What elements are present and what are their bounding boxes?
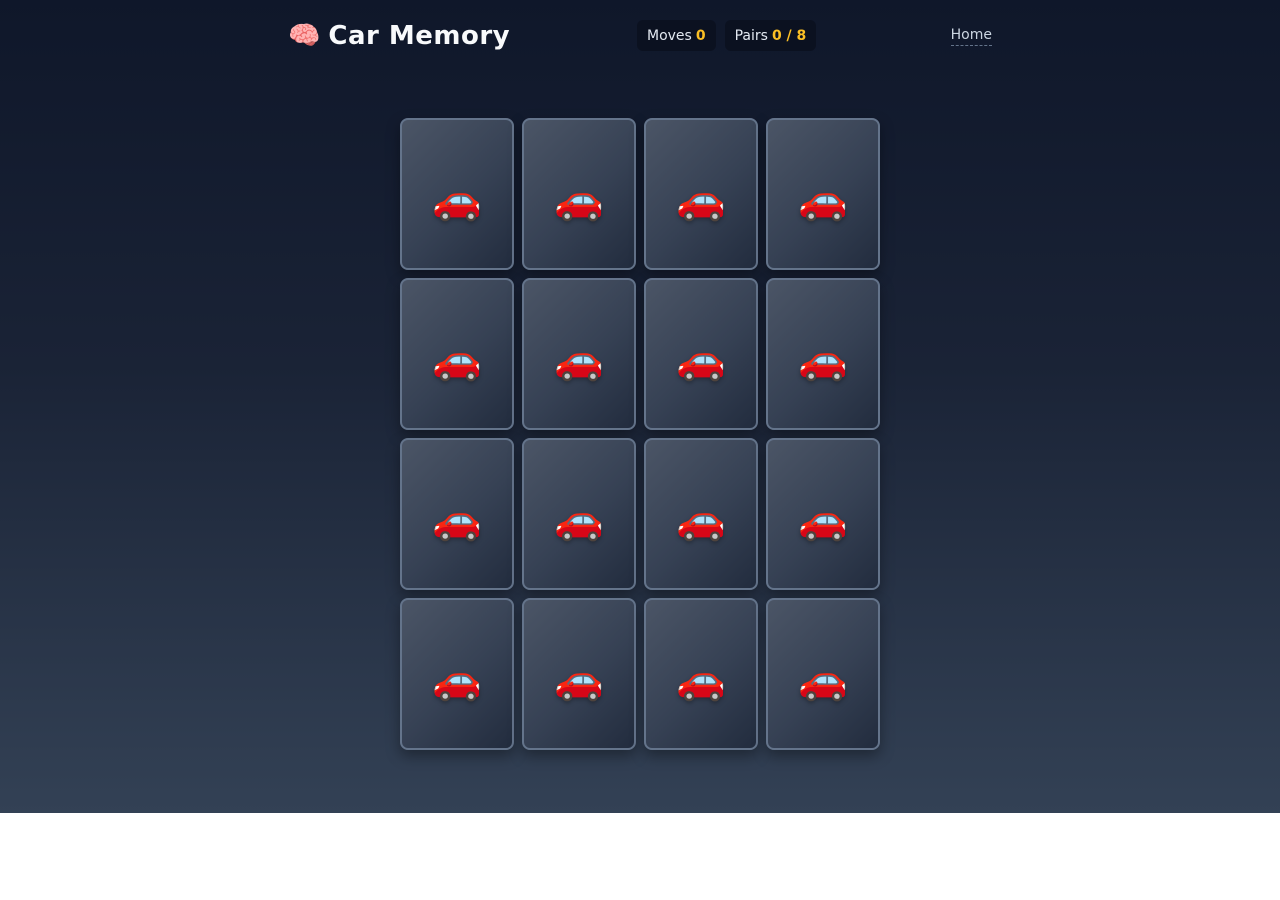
car-icon: 🚗 xyxy=(676,177,726,223)
moves-value: 0 xyxy=(695,27,706,44)
brand: 🧠 Car Memory xyxy=(288,18,510,54)
header: 🧠 Car Memory Moves 0 Pairs 0 / 8 Home xyxy=(288,18,992,54)
moves-label: Moves xyxy=(647,27,692,44)
pairs-label: Pairs xyxy=(734,27,768,44)
car-icon: 🚗 xyxy=(798,657,848,703)
car-icon: 🚗 xyxy=(554,337,604,383)
memory-card[interactable]: 🚗 xyxy=(522,438,636,590)
page-title: Car Memory xyxy=(328,21,511,51)
car-icon: 🚗 xyxy=(554,177,604,223)
memory-card[interactable]: 🚗 xyxy=(644,118,758,270)
memory-card[interactable]: 🚗 xyxy=(766,278,880,430)
car-icon: 🚗 xyxy=(798,337,848,383)
car-icon: 🚗 xyxy=(432,657,482,703)
memory-card[interactable]: 🚗 xyxy=(400,438,514,590)
car-icon: 🚗 xyxy=(554,657,604,703)
moves-counter: Moves 0 xyxy=(637,20,716,51)
memory-card[interactable]: 🚗 xyxy=(644,438,758,590)
home-link[interactable]: Home xyxy=(950,25,992,46)
memory-card[interactable]: 🚗 xyxy=(400,118,514,270)
car-icon: 🚗 xyxy=(676,657,726,703)
car-icon: 🚗 xyxy=(676,497,726,543)
stats-bar: Moves 0 Pairs 0 / 8 xyxy=(637,20,817,51)
car-icon: 🚗 xyxy=(798,177,848,223)
car-icon: 🚗 xyxy=(676,337,726,383)
car-icon: 🚗 xyxy=(432,497,482,543)
brain-icon: 🧠 xyxy=(288,21,321,51)
memory-card[interactable]: 🚗 xyxy=(400,598,514,750)
car-icon: 🚗 xyxy=(798,497,848,543)
car-icon: 🚗 xyxy=(432,177,482,223)
memory-card[interactable]: 🚗 xyxy=(522,118,636,270)
pairs-value: 0 / 8 xyxy=(771,27,807,44)
memory-card[interactable]: 🚗 xyxy=(766,118,880,270)
car-icon: 🚗 xyxy=(432,337,482,383)
pairs-counter: Pairs 0 / 8 xyxy=(724,20,817,51)
card-grid: 🚗 🚗 🚗 🚗 🚗 🚗 🚗 🚗 🚗 🚗 🚗 🚗 🚗 🚗 🚗 🚗 xyxy=(400,118,880,750)
memory-card[interactable]: 🚗 xyxy=(400,278,514,430)
car-icon: 🚗 xyxy=(554,497,604,543)
memory-card[interactable]: 🚗 xyxy=(766,598,880,750)
memory-card[interactable]: 🚗 xyxy=(522,278,636,430)
memory-card[interactable]: 🚗 xyxy=(644,598,758,750)
memory-card[interactable]: 🚗 xyxy=(522,598,636,750)
game-screen: 🧠 Car Memory Moves 0 Pairs 0 / 8 Home 🚗 🚗… xyxy=(0,0,1280,813)
memory-card[interactable]: 🚗 xyxy=(766,438,880,590)
memory-card[interactable]: 🚗 xyxy=(644,278,758,430)
